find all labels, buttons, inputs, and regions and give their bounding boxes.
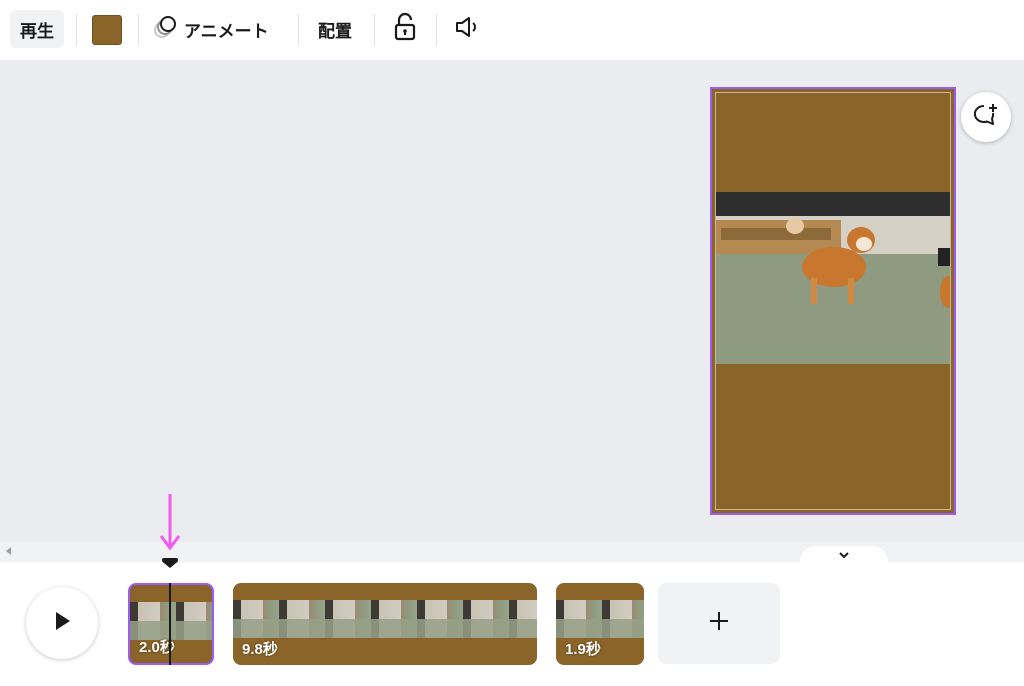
timeline-clip[interactable]: 1.9秒 bbox=[556, 583, 644, 665]
timeline-clip[interactable]: 2.0秒 bbox=[128, 583, 214, 665]
clip-duration: 1.9秒 bbox=[565, 641, 601, 658]
timeline-play-button[interactable] bbox=[26, 587, 98, 659]
play-label: 再生 bbox=[20, 21, 54, 41]
toolbar-divider bbox=[138, 14, 139, 46]
audio-button[interactable] bbox=[452, 10, 482, 48]
position-button[interactable]: 配置 bbox=[318, 10, 352, 48]
video-element[interactable] bbox=[716, 192, 950, 364]
plus-icon bbox=[708, 610, 730, 637]
dog-video-frame bbox=[716, 192, 950, 364]
animate-button[interactable]: アニメート bbox=[152, 10, 269, 48]
clip-thumbnail-strip bbox=[233, 600, 537, 638]
animate-label: アニメート bbox=[184, 21, 269, 41]
position-label: 配置 bbox=[318, 21, 352, 41]
clip-thumbnail-strip bbox=[130, 602, 212, 640]
annotation-arrow-icon bbox=[158, 492, 182, 561]
toolbar-divider bbox=[436, 14, 437, 46]
timeline-clip[interactable]: 9.8秒 bbox=[233, 583, 537, 665]
add-comment-button[interactable] bbox=[961, 92, 1011, 142]
playhead-handle-icon[interactable] bbox=[161, 556, 179, 574]
toolbar-divider bbox=[76, 14, 77, 46]
animate-icon bbox=[152, 14, 178, 45]
unlocked-padlock-icon bbox=[392, 12, 418, 47]
design-page[interactable] bbox=[710, 87, 956, 515]
add-clip-button[interactable] bbox=[658, 583, 780, 664]
playhead-line[interactable] bbox=[169, 583, 171, 665]
toolbar-divider bbox=[298, 14, 299, 46]
add-comment-icon bbox=[972, 101, 1000, 134]
lock-button[interactable] bbox=[392, 10, 418, 48]
play-icon bbox=[50, 609, 74, 638]
toolbar-divider bbox=[374, 14, 375, 46]
speaker-icon bbox=[452, 14, 482, 45]
play-button[interactable]: 再生 bbox=[10, 10, 64, 48]
clip-thumbnail-strip bbox=[556, 600, 644, 638]
background-color-swatch[interactable] bbox=[92, 15, 122, 45]
scroll-left-icon[interactable] bbox=[6, 547, 11, 555]
clip-duration: 9.8秒 bbox=[242, 641, 278, 658]
editor-toolbar: 再生 アニメート 配置 bbox=[0, 0, 1024, 60]
